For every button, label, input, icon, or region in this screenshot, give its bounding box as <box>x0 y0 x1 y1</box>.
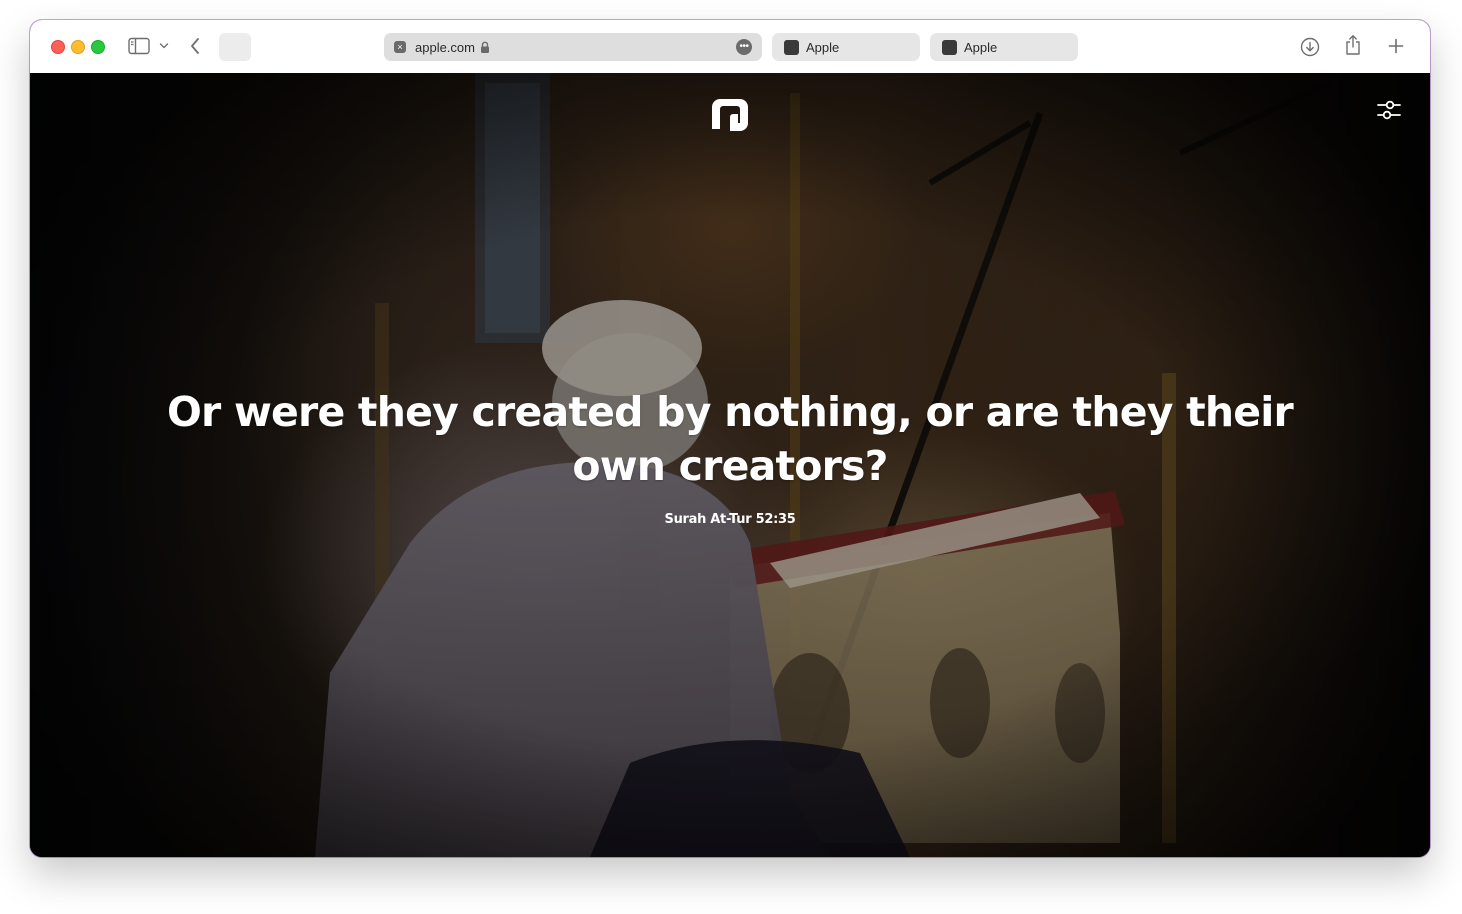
minimize-window-button[interactable] <box>71 40 85 54</box>
lock-icon <box>480 41 490 54</box>
tab-label: Apple <box>806 39 840 55</box>
download-icon[interactable] <box>1299 36 1320 57</box>
chevron-down-icon[interactable] <box>158 38 170 54</box>
sidebar-icon[interactable] <box>128 36 150 56</box>
tab-apple-2[interactable]: Apple <box>930 33 1078 61</box>
quote-reference: Surah At-Tur 52:35 <box>664 512 796 527</box>
quote-text: Or were they created by nothing, or are … <box>167 388 1294 490</box>
share-icon[interactable] <box>1343 33 1363 57</box>
plus-icon[interactable] <box>1386 36 1406 56</box>
browser-window: × apple.com ••• Apple Apple Or were they… <box>30 20 1430 857</box>
tab-apple-1[interactable]: Apple <box>772 33 920 61</box>
ellipsis-icon[interactable]: ••• <box>736 39 752 55</box>
tab-favicon-icon <box>784 39 799 55</box>
site-favicon-icon: × <box>394 41 406 53</box>
web-page-content: Or were they created by nothing, or are … <box>30 73 1430 857</box>
tab-favicon-icon <box>942 39 957 55</box>
chevron-left-icon[interactable] <box>186 36 204 56</box>
close-window-button[interactable] <box>51 40 65 54</box>
address-url: apple.com <box>415 39 475 55</box>
blank-tab-button[interactable] <box>219 33 251 61</box>
logo-icon[interactable] <box>710 97 750 133</box>
tab-label: Apple <box>964 39 998 55</box>
browser-toolbar: × apple.com ••• Apple Apple <box>30 20 1430 74</box>
address-bar[interactable]: × apple.com ••• <box>384 33 762 61</box>
sliders-icon[interactable] <box>1376 97 1402 123</box>
maximize-window-button[interactable] <box>91 40 105 54</box>
